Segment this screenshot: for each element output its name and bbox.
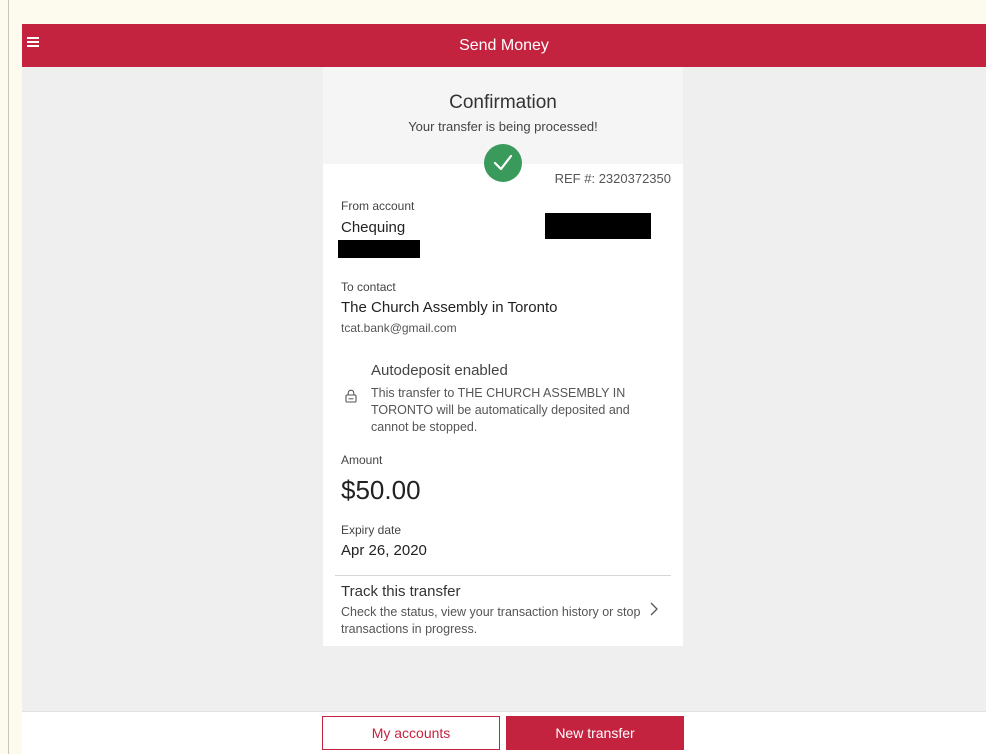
- to-contact-label: To contact: [341, 280, 396, 294]
- new-transfer-button[interactable]: New transfer: [506, 716, 684, 750]
- reference-number: REF #: 2320372350: [554, 171, 671, 186]
- lock-icon: [345, 389, 357, 408]
- page-title: Send Money: [459, 37, 549, 54]
- top-bar: Send Money: [22, 24, 986, 67]
- my-accounts-button[interactable]: My accounts: [322, 716, 500, 750]
- from-account-label: From account: [341, 199, 415, 213]
- chevron-right-icon: [650, 602, 658, 621]
- redacted-account-number: [545, 213, 651, 239]
- autodeposit-title: Autodeposit enabled: [371, 362, 508, 379]
- app-screen: Send Money Confirmation Your transfer is…: [22, 24, 986, 754]
- confirmation-subtitle: Your transfer is being processed!: [408, 119, 598, 134]
- track-transfer-title: Track this transfer: [341, 583, 461, 600]
- expiry-label: Expiry date: [341, 523, 402, 537]
- window-edge: [8, 0, 9, 754]
- contact-name: The Church Assembly in Toronto: [341, 299, 558, 316]
- checkmark-icon: [484, 144, 522, 182]
- from-account-name: Chequing: [341, 219, 406, 236]
- track-transfer-row[interactable]: Track this transfer Check the status, vi…: [323, 576, 683, 646]
- confirmation-card: Confirmation Your transfer is being proc…: [323, 67, 683, 646]
- autodeposit-description: This transfer to THE CHURCH ASSEMBLY IN …: [371, 386, 630, 434]
- amount-value: $50.00: [341, 475, 421, 505]
- confirmation-title: Confirmation: [449, 92, 557, 113]
- contact-email: tcat.bank@gmail.com: [341, 321, 457, 335]
- redacted-account-detail: [338, 240, 420, 258]
- footer-bar: My accounts New transfer: [22, 711, 986, 754]
- track-transfer-description: Check the status, view your transaction …: [341, 605, 641, 636]
- expiry-value: Apr 26, 2020: [341, 542, 427, 559]
- amount-label: Amount: [341, 453, 383, 467]
